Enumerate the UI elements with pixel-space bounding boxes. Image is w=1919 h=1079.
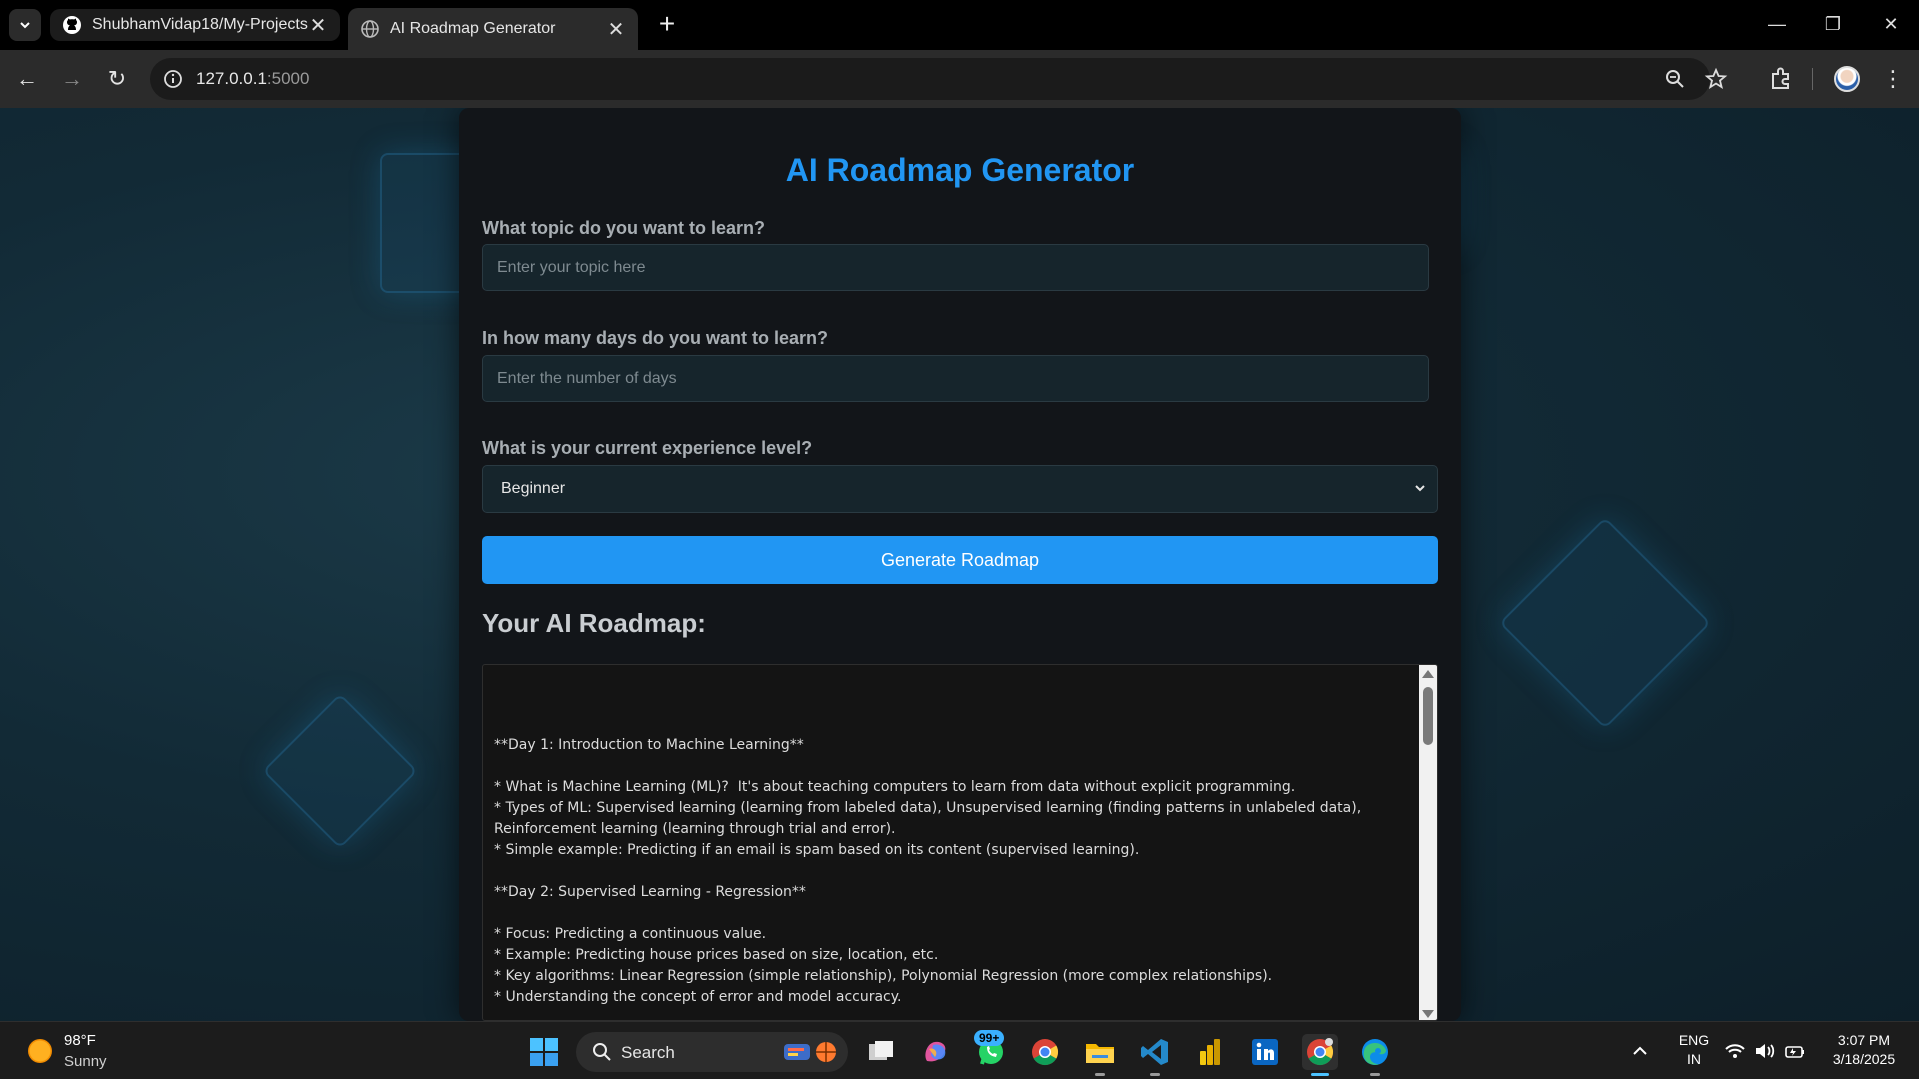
wifi-icon[interactable]: [1724, 1041, 1746, 1061]
toolbar-divider: [1812, 68, 1813, 90]
weather-temperature[interactable]: 98°F: [64, 1032, 96, 1049]
clock[interactable]: 3:07 PM 3/18/2025: [1816, 1032, 1912, 1067]
clock-time: 3:07 PM: [1837, 1032, 1891, 1048]
tab-title: AI Roadmap Generator: [390, 20, 556, 37]
scroll-down-arrow-icon[interactable]: [1422, 1010, 1434, 1018]
powerbi-icon[interactable]: [1192, 1034, 1228, 1070]
search-label: Search: [621, 1043, 675, 1062]
roadmap-card: AI Roadmap Generator What topic do you w…: [459, 108, 1461, 1021]
search-icon: [593, 1043, 611, 1061]
topic-input[interactable]: [482, 244, 1429, 291]
running-indicator: [1095, 1073, 1105, 1076]
zoom-icon[interactable]: [1663, 67, 1687, 91]
profile-avatar[interactable]: [1834, 66, 1860, 92]
experience-select[interactable]: Beginner: [482, 465, 1438, 513]
chrome-active-icon[interactable]: [1302, 1034, 1338, 1076]
scroll-thumb[interactable]: [1423, 687, 1433, 745]
whatsapp-badge: 99+: [974, 1030, 1005, 1046]
globe-icon: [360, 19, 380, 39]
task-view-icon[interactable]: [863, 1034, 899, 1070]
bookmark-star-icon[interactable]: [1704, 67, 1728, 91]
close-window-icon[interactable]: ✕: [1866, 8, 1916, 40]
search-highlight-icon: [784, 1042, 836, 1062]
chevron-up-icon[interactable]: [1632, 1044, 1648, 1058]
sun-icon[interactable]: [28, 1039, 52, 1063]
battery-icon[interactable]: [1784, 1041, 1806, 1061]
reload-icon[interactable]: ↻: [102, 64, 132, 94]
volume-icon[interactable]: [1754, 1041, 1776, 1061]
copilot-icon[interactable]: [918, 1034, 954, 1070]
days-input[interactable]: [482, 355, 1429, 402]
language-line2: IN: [1687, 1051, 1701, 1067]
edge-icon[interactable]: [1357, 1034, 1393, 1076]
running-indicator: [1150, 1073, 1160, 1076]
roadmap-scrollbar[interactable]: [1419, 665, 1437, 1020]
clock-date: 3/18/2025: [1832, 1051, 1896, 1067]
tab-github[interactable]: ShubhamVidap18/My-Projects: ✕: [50, 9, 340, 41]
roadmap-heading: Your AI Roadmap:: [482, 608, 706, 638]
tab-search-button[interactable]: [9, 9, 41, 41]
linkedin-icon[interactable]: [1247, 1034, 1283, 1070]
url-text: 127.0.0.1:5000: [196, 69, 310, 88]
roadmap-output[interactable]: **Day 1: Introduction to Machine Learnin…: [482, 664, 1438, 1021]
chevron-down-icon: [20, 22, 30, 29]
days-label: In how many days do you want to learn?: [482, 328, 829, 348]
tab-title: ShubhamVidap18/My-Projects:: [92, 16, 308, 33]
language-line1: ENG: [1678, 1032, 1710, 1048]
decorative-diamond: [1498, 516, 1712, 730]
github-icon: [62, 15, 82, 35]
language-indicator[interactable]: ENG IN: [1674, 1032, 1714, 1067]
running-indicator: [1370, 1073, 1380, 1076]
tab-strip: ShubhamVidap18/My-Projects: ✕ AI Roadmap…: [0, 0, 1919, 50]
extensions-icon[interactable]: [1766, 64, 1796, 94]
generate-roadmap-button[interactable]: Generate Roadmap: [482, 536, 1438, 584]
tab-ai-roadmap[interactable]: AI Roadmap Generator ✕: [348, 8, 638, 50]
windows-start-icon[interactable]: [526, 1034, 562, 1070]
page-title: AI Roadmap Generator: [785, 152, 1135, 188]
minimize-icon[interactable]: —: [1752, 8, 1802, 40]
back-icon[interactable]: ←: [12, 64, 42, 94]
scroll-up-arrow-icon[interactable]: [1422, 670, 1434, 678]
roadmap-text: **Day 1: Introduction to Machine Learnin…: [494, 737, 1362, 1005]
topic-label: What topic do you want to learn?: [482, 218, 765, 238]
restore-icon[interactable]: ❐: [1808, 8, 1858, 40]
running-indicator: [1311, 1073, 1329, 1076]
experience-selected-value: Beginner: [501, 480, 566, 497]
vscode-icon[interactable]: [1137, 1034, 1173, 1076]
close-tab-icon[interactable]: ✕: [606, 17, 626, 42]
new-tab-button[interactable]: +: [652, 10, 682, 40]
decorative-diamond: [262, 693, 418, 849]
weather-condition[interactable]: Sunny: [64, 1053, 107, 1070]
site-info-icon[interactable]: [162, 68, 184, 90]
more-menu-icon[interactable]: ⋮: [1878, 64, 1908, 94]
chevron-down-icon: [1415, 485, 1425, 492]
address-bar[interactable]: 127.0.0.1:5000: [150, 58, 1728, 100]
taskbar-search[interactable]: Search: [576, 1032, 848, 1072]
taskbar: 98°F Sunny Search 99+ ENG IN 3:07 PM 3/1…: [0, 1021, 1919, 1079]
page-viewport: AI Roadmap Generator What topic do you w…: [0, 108, 1919, 1021]
chrome-icon[interactable]: [1027, 1034, 1063, 1070]
file-explorer-icon[interactable]: [1082, 1034, 1118, 1076]
close-tab-icon[interactable]: ✕: [308, 13, 328, 38]
browser-toolbar: ← → ↻ 127.0.0.1:5000 ⋮: [0, 50, 1919, 108]
experience-label: What is your current experience level?: [482, 438, 813, 458]
forward-icon[interactable]: →: [57, 64, 87, 94]
